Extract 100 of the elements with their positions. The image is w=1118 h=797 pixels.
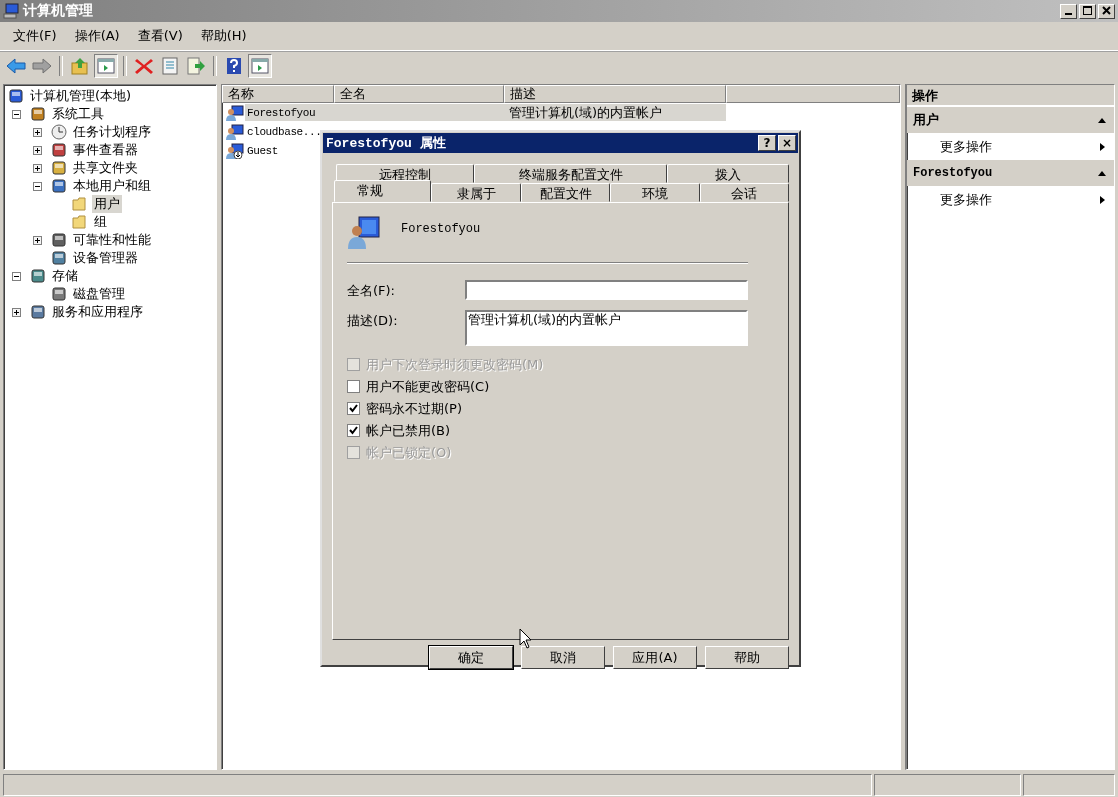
collapse-toggle[interactable] [12, 109, 21, 119]
tree-item[interactable]: 存储 [50, 267, 80, 285]
computer-icon [3, 3, 19, 19]
tab[interactable]: 拨入 [667, 164, 789, 183]
checkbox[interactable] [347, 424, 360, 437]
actions-header: 操作 [907, 85, 1114, 107]
close-button[interactable]: × [778, 135, 796, 151]
tab[interactable]: 隶属于 [431, 183, 521, 202]
caret-icon [1100, 195, 1105, 204]
maximize-icon [1082, 6, 1093, 16]
section-header[interactable]: 用户 [907, 107, 1114, 133]
column-header[interactable]: 描述 [504, 85, 726, 103]
tree-item[interactable]: 磁盘管理 [71, 285, 127, 303]
dialog-button[interactable]: 取消 [521, 646, 605, 669]
column-header[interactable]: 名称 [222, 85, 334, 103]
tree-item[interactable]: 组 [92, 213, 109, 231]
menu-item[interactable]: 文件(F) [6, 25, 64, 47]
user-name: Forestofyou [401, 222, 481, 236]
help-button[interactable]: ? [758, 135, 776, 151]
tab[interactable]: 环境 [610, 183, 700, 202]
action-pane-button[interactable] [248, 54, 272, 78]
selected-row[interactable]: Forestofyou 管理计算机(域)的内置帐户 [245, 104, 726, 121]
expand-toggle[interactable] [33, 145, 42, 155]
expand-toggle[interactable] [33, 127, 42, 137]
caret-icon [1100, 142, 1105, 151]
dialog-button[interactable]: 应用(A) [613, 646, 697, 669]
clock-icon [51, 124, 67, 140]
expand-toggle[interactable] [33, 235, 42, 245]
node-icon [51, 232, 67, 248]
tab[interactable]: 常规 [334, 180, 432, 202]
tree-item[interactable]: 计算机管理(本地) [28, 87, 134, 105]
node-icon [51, 286, 67, 302]
folder-icon [72, 214, 88, 230]
document-icon [160, 57, 180, 75]
node-icon [30, 106, 46, 122]
full-name-field[interactable] [465, 280, 748, 300]
folder-up-icon [70, 57, 90, 75]
tree-item[interactable]: 设备管理器 [71, 249, 140, 267]
window-title: 计算机管理 [23, 2, 93, 20]
checkmark-icon [348, 403, 359, 414]
field-label: 描述(D): [347, 312, 399, 330]
menu-item[interactable]: 查看(V) [130, 25, 190, 47]
checkmark-icon [348, 425, 359, 436]
maximize-button[interactable] [1079, 3, 1096, 19]
dialog-title: Forestofyou 属性 [326, 135, 447, 152]
dialog-button[interactable]: 确定 [429, 646, 513, 669]
computer-icon [8, 88, 24, 104]
delete-icon [134, 57, 154, 75]
node-icon [51, 250, 67, 266]
description-field[interactable]: 管理计算机(域)的内置帐户 [465, 310, 748, 346]
checkbox-label: 用户不能更改密码(C) [366, 377, 490, 396]
checkbox[interactable] [347, 402, 360, 415]
minimize-icon [1065, 13, 1072, 15]
folder-icon [72, 196, 88, 212]
help-icon [224, 57, 244, 75]
table-cell-text: 管理计算机(域)的内置帐户 [508, 103, 664, 122]
checkbox-label: 密码永不过期(P) [366, 399, 462, 418]
tab[interactable]: 会话 [699, 183, 790, 202]
caret-icon [1098, 170, 1106, 176]
user-icon [347, 215, 381, 249]
expand-toggle[interactable] [33, 163, 42, 173]
tree-item[interactable]: 共享文件夹 [71, 159, 140, 177]
node-icon [51, 142, 67, 158]
dialog-button[interactable]: 帮助 [705, 646, 789, 669]
action-item[interactable]: 更多操作 [907, 186, 1114, 213]
caret-icon [1098, 117, 1106, 123]
tree-toggle-button[interactable] [94, 54, 118, 78]
forward-arrow-icon [32, 57, 52, 75]
tab[interactable]: 终端服务配置文件 [473, 164, 668, 183]
back-arrow-icon [6, 57, 26, 75]
panel-icon [96, 57, 116, 75]
table-cell-text: Forestofyou [246, 106, 317, 119]
checkbox[interactable] [347, 380, 360, 393]
tree-item[interactable]: 服务和应用程序 [50, 303, 145, 321]
node-icon [30, 304, 46, 320]
collapse-toggle[interactable] [12, 271, 21, 281]
menu-item[interactable]: 操作(A) [67, 25, 127, 47]
section-header[interactable]: Forestofyou [907, 160, 1114, 186]
tab[interactable]: 配置文件 [520, 183, 611, 202]
node-icon [30, 268, 46, 284]
minimize-button[interactable] [1060, 3, 1077, 19]
node-icon [51, 160, 67, 176]
tree-item[interactable]: 用户 [92, 195, 122, 213]
table-cell-text: cloudbase... [246, 125, 323, 138]
menu-item[interactable]: 帮助(H) [193, 25, 254, 47]
tree-item[interactable]: 事件查看器 [71, 141, 140, 159]
close-button[interactable] [1098, 3, 1115, 19]
column-header[interactable]: 全名 [334, 85, 504, 103]
close-icon [1101, 6, 1112, 16]
tree-item[interactable]: 任务计划程序 [71, 123, 153, 141]
collapse-toggle[interactable] [33, 181, 42, 191]
action-item[interactable]: 更多操作 [907, 133, 1114, 160]
expand-toggle[interactable] [12, 307, 21, 317]
tree-item[interactable]: 可靠性和性能 [71, 231, 153, 249]
tree-item[interactable]: 系统工具 [50, 105, 106, 123]
tree-item[interactable]: 本地用户和组 [71, 177, 153, 195]
export-icon [186, 57, 206, 75]
panel-icon [250, 57, 270, 75]
field-label: 全名(F): [347, 282, 396, 300]
export-button[interactable] [184, 54, 208, 78]
